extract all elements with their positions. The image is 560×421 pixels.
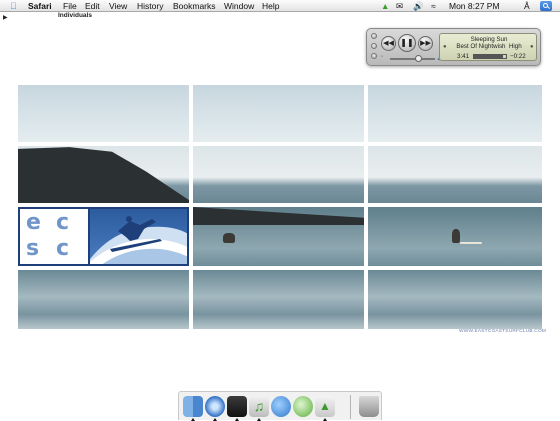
elapsed-time: 3:41 — [457, 53, 470, 60]
site-url-link[interactable]: WWW.EASTCOASTSURFCLUB.COM — [459, 329, 546, 334]
download-icon[interactable]: ▲ — [315, 396, 335, 417]
volume-icon[interactable]: 🔊 — [413, 0, 424, 12]
photo-tile[interactable] — [368, 207, 542, 266]
minimize-window-icon[interactable] — [371, 43, 377, 49]
menu-edit[interactable]: Edit — [85, 0, 100, 12]
headland-shape — [18, 147, 189, 203]
menu-app-name[interactable]: Safari — [28, 0, 52, 12]
finder-icon[interactable] — [183, 396, 203, 417]
menu-history[interactable]: History — [137, 0, 163, 12]
photo-tile[interactable] — [368, 85, 542, 142]
mail-icon[interactable]: ✉ — [396, 0, 403, 12]
photo-tile[interactable] — [193, 270, 364, 329]
itunes-icon[interactable]: ♫ — [249, 396, 269, 417]
photo-tile[interactable] — [193, 207, 364, 266]
surfboard-shape — [460, 242, 482, 244]
menubar-clock[interactable]: Mon 8:27 PM — [449, 0, 500, 12]
view-toggle-icon[interactable]: ● — [530, 44, 534, 50]
snapback-icon[interactable]: ● — [443, 44, 447, 50]
bookmarks-disclosure-icon[interactable]: ▶ — [3, 14, 8, 21]
photo-tile[interactable] — [193, 146, 364, 203]
close-window-icon[interactable] — [371, 33, 377, 39]
volume-high-label: High — [508, 43, 522, 50]
addressbook-icon[interactable] — [293, 396, 313, 417]
track-progress-bar[interactable] — [473, 54, 507, 59]
surfer-figure — [223, 233, 235, 243]
photo-tile[interactable] — [18, 270, 189, 329]
menu-bookmarks[interactable]: Bookmarks — [173, 0, 216, 12]
apple-menu-icon[interactable]:  — [10, 1, 20, 11]
logo-letter: e — [26, 210, 41, 235]
menu-bar:  Safari File Edit View History Bookmark… — [0, 0, 560, 12]
zoom-window-icon[interactable] — [371, 53, 377, 59]
photo-tile[interactable] — [368, 270, 542, 329]
logo-letter: c — [56, 236, 69, 261]
previous-track-button[interactable]: ◀◀ — [381, 36, 396, 51]
menu-window[interactable]: Window — [224, 0, 254, 12]
menu-help[interactable]: Help — [262, 0, 279, 12]
next-track-button[interactable]: ▶▶ — [418, 36, 433, 51]
safari-icon[interactable] — [205, 396, 225, 417]
lcd-display: Sleeping Sun Best Of Nightwish High ● ● … — [439, 33, 537, 61]
menu-file[interactable]: File — [63, 0, 77, 12]
trash-icon[interactable] — [359, 396, 379, 417]
wave-surfer-graphic — [90, 216, 187, 264]
track-title: Sleeping Sun — [470, 36, 508, 43]
volume-slider[interactable] — [390, 58, 435, 60]
logo-letter: s — [26, 236, 39, 261]
photo-tile[interactable] — [18, 146, 189, 203]
itunes-mini-player: ◀◀ ❚❚ ▶▶ ◦ 🔊 Sleeping Sun Best Of Nightw… — [366, 28, 541, 66]
volume-low-icon: ◦ — [381, 54, 384, 60]
bluetooth-icon[interactable]: Å — [524, 0, 530, 12]
photo-tile[interactable] — [193, 85, 364, 142]
timer-icon[interactable] — [227, 396, 247, 417]
remaining-time: −0:22 — [510, 53, 526, 60]
menu-view[interactable]: View — [109, 0, 127, 12]
wifi-icon[interactable]: ≈ — [431, 0, 436, 12]
track-album: Best Of Nightwish High — [456, 43, 522, 50]
photo-tile[interactable] — [18, 85, 189, 142]
ichat-icon[interactable] — [271, 396, 291, 417]
headland-shape — [193, 207, 364, 225]
surfer-figure — [452, 229, 460, 243]
track-progress-fill — [474, 55, 504, 58]
spotlight-search-icon[interactable] — [540, 1, 552, 11]
logo-wave-surfer-art — [90, 209, 187, 264]
photo-tile[interactable] — [368, 146, 542, 203]
logo-letters: e c s c — [20, 209, 90, 264]
surf-photo-grid: e c s c — [18, 85, 542, 329]
ecsc-logo[interactable]: e c s c — [18, 207, 189, 266]
bookmarks-folder-label[interactable]: Individuals — [58, 12, 92, 19]
dock: ♫ ▲ — [178, 391, 382, 421]
pause-button[interactable]: ❚❚ — [398, 34, 416, 52]
logo-letter: c — [56, 210, 69, 235]
sync-status-icon[interactable]: ▲ — [381, 0, 389, 12]
dock-separator — [350, 395, 351, 419]
volume-slider-knob[interactable] — [415, 55, 422, 62]
